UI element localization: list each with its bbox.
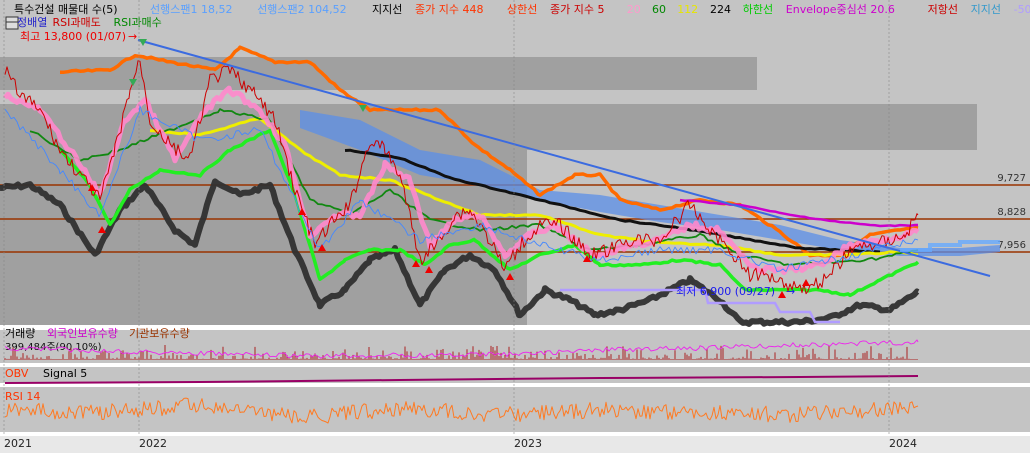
panel-separator xyxy=(0,432,1030,436)
obv-legend-item: Signal 5 xyxy=(43,367,87,380)
x-axis-label: 2022 xyxy=(139,437,167,450)
legend-top-item: 선행스팬1 18,52 xyxy=(150,3,232,16)
legend-top-item: 저항선 xyxy=(928,3,958,16)
legend-second-item: 정배열 xyxy=(17,16,47,29)
stock-chart-window: 9,727 8,828 7,956 특수건설 매물대 수(5) 선행스팬1 18,52 선… xyxy=(0,0,1030,453)
x-axis-label: 2021 xyxy=(4,437,32,450)
legend-top-item: 특수건설 매물대 수(5) xyxy=(14,3,118,16)
panel-separator xyxy=(0,363,1030,367)
volume-legend-item: 거래량 xyxy=(5,327,35,340)
obv-legend-item: OBV xyxy=(5,367,29,380)
volume-profile-bar xyxy=(0,290,527,325)
panel-separator xyxy=(0,383,1030,387)
low-price-arrow: → xyxy=(786,285,795,298)
high-price-arrow: → xyxy=(128,30,137,43)
legend-top-item: -50% xyxy=(1014,3,1030,16)
high-price-label: 최고 13,800 (01/07) xyxy=(20,30,126,43)
rsi-legend-item: RSI 14 xyxy=(5,390,40,403)
low-price-label: 최저 6,900 (09/27) xyxy=(676,285,775,298)
legend-top-item: 상한선 xyxy=(507,3,537,16)
legend-top-item: 선행스팬2 104,52 xyxy=(257,3,346,16)
legend-second-item: RSI과매도 xyxy=(53,16,101,29)
legend-top-item: 20 xyxy=(627,3,641,16)
volume-legend-item: 기관보유수량 xyxy=(129,327,190,340)
legend-top-item: 지지선 xyxy=(372,3,402,16)
volume-profile-bar xyxy=(0,255,527,290)
price-level-label: 8,828 xyxy=(997,207,1026,218)
legend-top-item: 지지선 xyxy=(971,3,1001,16)
volume-profile-bar xyxy=(0,57,757,90)
legend-top-item: 종가 지수 448 xyxy=(415,3,483,16)
x-axis-label: 2023 xyxy=(514,437,542,450)
price-level-label: 7,956 xyxy=(997,240,1026,251)
obv-panel-bg xyxy=(0,367,1030,383)
legend-second-item: RSI과매수 xyxy=(114,16,162,29)
volume-legend-item: 외국인보유수량 xyxy=(47,327,118,340)
x-axis-label: 2024 xyxy=(889,437,917,450)
volume-value-label: 399,484주(90.10%) xyxy=(5,342,102,353)
legend-top-item: 224 xyxy=(710,3,731,16)
legend-top-item: 종가 지수 5 xyxy=(550,3,604,16)
chart-canvas: 9,727 8,828 7,956 특수건설 매물대 수(5) 선행스팬1 18,52 선… xyxy=(0,0,1030,453)
legend-top-item: 하한선 xyxy=(743,2,773,16)
price-level-label: 9,727 xyxy=(997,173,1026,184)
legend-top-item: Envelope중심선 20.6 xyxy=(786,3,895,16)
legend-top-item: 60 xyxy=(652,3,666,16)
legend-top-item: 112 xyxy=(677,3,698,16)
